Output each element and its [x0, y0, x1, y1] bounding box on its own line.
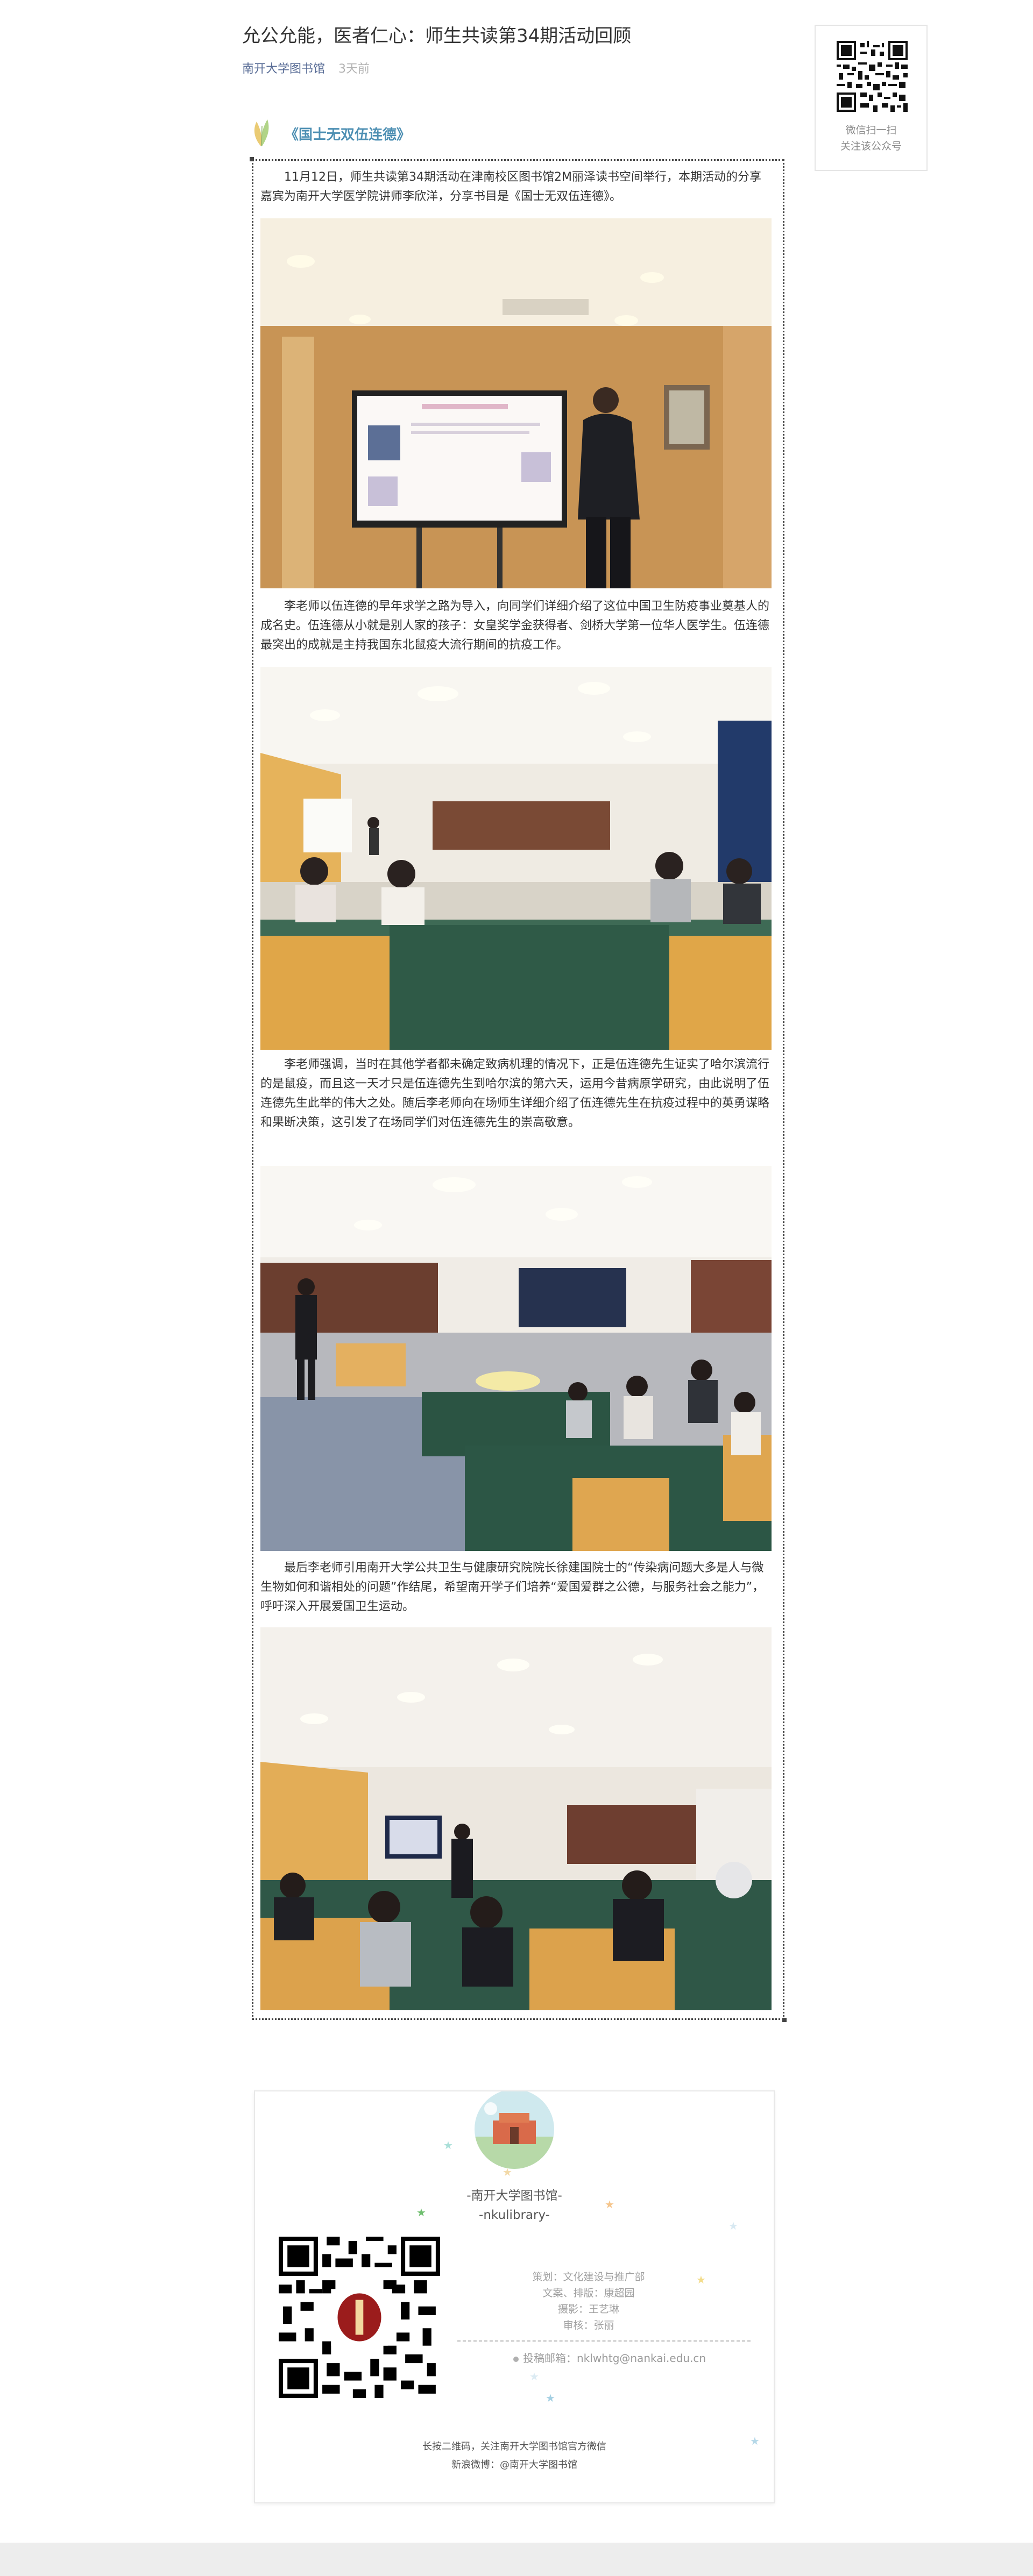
star-decoration-icon: ★ — [443, 2139, 453, 2152]
photo-speaker — [260, 218, 772, 588]
library-avatar — [475, 2091, 554, 2169]
account-card: -南开大学图书馆- -nkulibrary- ★ ★ ★ ★ ★ ★ ★ ★ ★… — [254, 2090, 775, 2503]
article-title: 允公允能，医者仁心：师生共读第34期活动回顾 — [242, 25, 632, 47]
paragraph-discussion: 李老师强调，当时在其他学者都未确定致病机理的情况下，正是伍连德先生证实了哈尔滨流… — [260, 1058, 770, 1129]
publish-time: 3天前 — [338, 62, 370, 76]
wechat-qr-code-icon — [279, 2237, 440, 2398]
star-decoration-icon: ★ — [529, 2370, 539, 2383]
paragraph-conclusion: 最后李老师引用南开大学公共卫生与健康研究院院长徐建国院士的“传染病问题大多是人与… — [260, 1561, 765, 1613]
credit-writing: 文案、排版：康超园 — [542, 2287, 635, 2299]
credit-review: 审核：张丽 — [563, 2319, 614, 2331]
star-decoration-icon: ★ — [728, 2219, 738, 2232]
qr-caption-scan: 微信扫一扫 — [845, 124, 897, 136]
account-name-link[interactable]: 南开大学图书馆 — [242, 62, 325, 76]
follow-qr-card: 微信扫一扫 关注该公众号 — [815, 25, 928, 171]
star-decoration-icon: ★ — [546, 2392, 555, 2404]
star-decoration-icon: ★ — [503, 2166, 512, 2179]
credit-photo: 摄影：王艺琳 — [557, 2303, 619, 2315]
submission-email-text[interactable]: 投稿邮箱：nklwhtg@nankai.edu.cn — [523, 2352, 706, 2365]
paragraph-background: 李老师以伍连德的早年求学之路为导入，向同学们详细介绍了这位中国卫生防疫事业奠基人… — [260, 600, 770, 652]
photo-audience — [260, 667, 772, 1050]
star-decoration-icon: ★ — [605, 2198, 614, 2211]
credits-block: 策划：文化建设与推广部 文案、排版：康超园 摄影：王艺琳 审核：张丽 — [529, 2269, 648, 2333]
dashed-divider — [457, 2340, 751, 2342]
qr-code-icon — [837, 41, 908, 112]
leaf-icon — [254, 119, 269, 147]
star-decoration-icon: ★ — [416, 2206, 426, 2219]
page-bottom-bar — [0, 2543, 1033, 2576]
bullet-icon — [513, 2356, 519, 2362]
weibo-hint: 新浪微博：@南开大学图书馆 — [451, 2459, 577, 2471]
credit-planning: 策划：文化建设与推广部 — [532, 2271, 645, 2283]
submission-email: 投稿邮箱：nklwhtg@nankai.edu.cn — [513, 2350, 706, 2365]
frame-corner — [782, 2018, 787, 2022]
photo-reading-room — [260, 1166, 772, 1551]
frame-corner — [250, 157, 254, 161]
book-title: 《国士无双伍连德》 — [285, 127, 411, 143]
account-brand-en: -nkulibrary- — [479, 2208, 550, 2222]
paragraph-intro: 11月12日，师生共读第34期活动在津南校区图书馆2M丽泽读书空间举行，本期活动… — [260, 170, 761, 203]
photo-closing — [260, 1627, 772, 2010]
star-decoration-icon: ★ — [696, 2273, 706, 2286]
qr-caption-follow: 关注该公众号 — [840, 140, 902, 152]
account-brand-cn: -南开大学图书馆- — [466, 2189, 562, 2203]
article-meta: 南开大学图书馆 3天前 — [242, 61, 370, 77]
follow-hint: 长按二维码，关注南开大学图书馆官方微信 — [422, 2441, 606, 2452]
